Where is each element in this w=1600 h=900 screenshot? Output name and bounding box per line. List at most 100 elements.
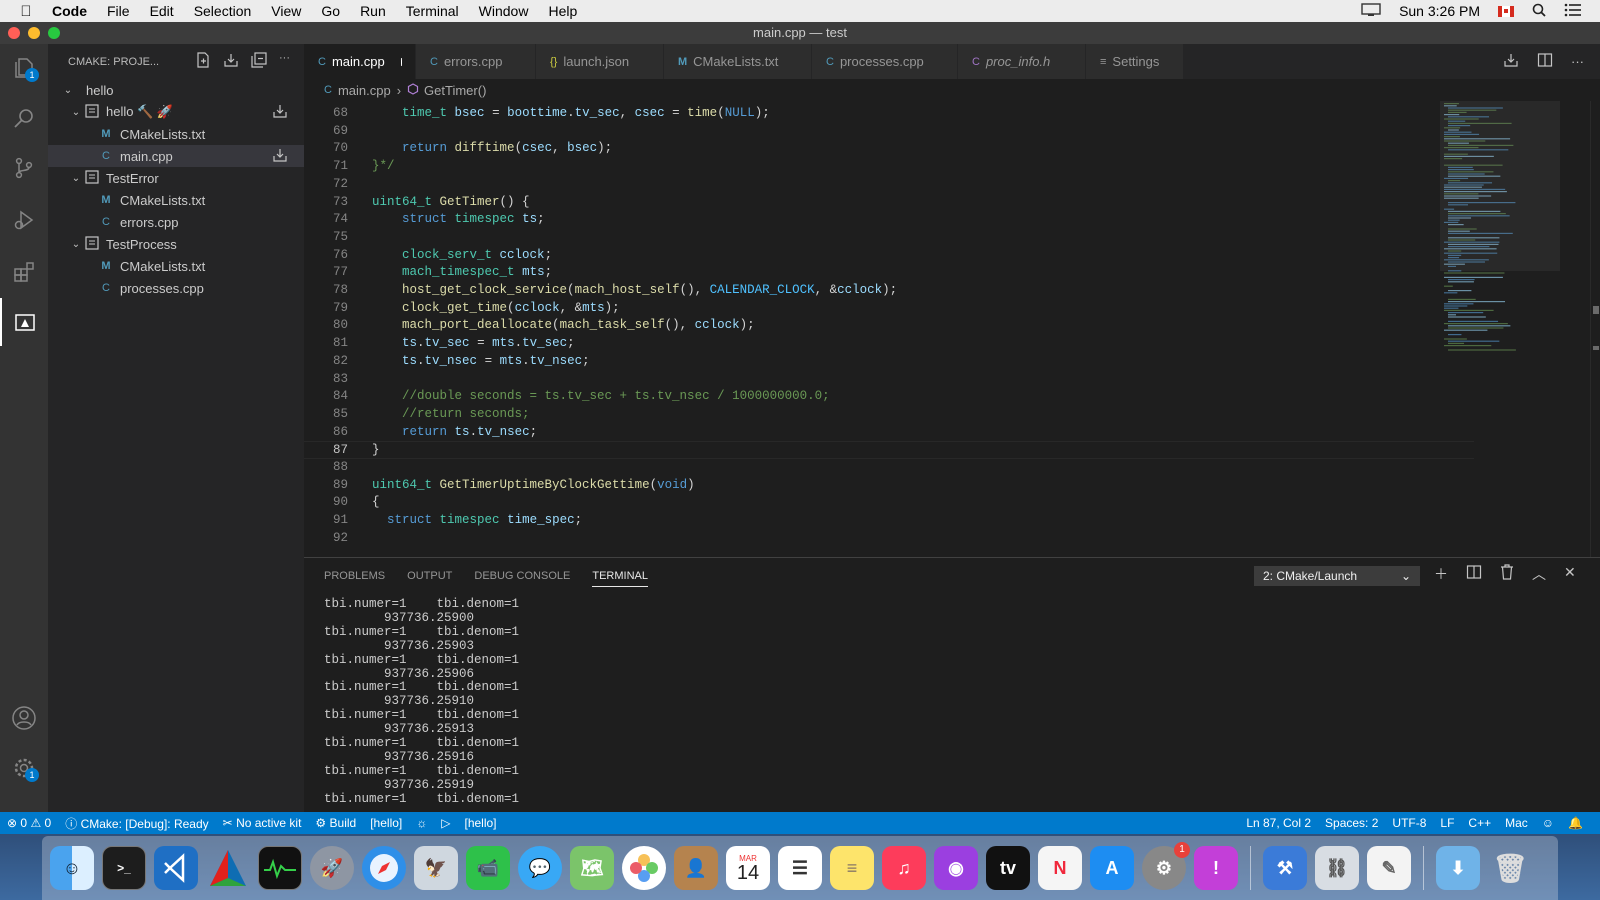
new-terminal-icon[interactable]: ＋ <box>1434 564 1448 584</box>
app-store-icon[interactable]: A <box>1090 846 1134 890</box>
code-line[interactable]: 79 clock_get_time(cclock, &mts); <box>304 300 1474 318</box>
build-target-icon[interactable] <box>272 103 288 122</box>
code-line[interactable]: 70 return difftime(csec, bsec); <box>304 140 1474 158</box>
code-line[interactable]: 75 <box>304 229 1474 247</box>
menu-help[interactable]: Help <box>538 3 587 19</box>
source-control-icon[interactable] <box>0 144 48 192</box>
tab-main-cpp[interactable]: C main.cpp <box>304 44 416 79</box>
breadcrumb-symbol[interactable]: GetTimer() <box>424 83 486 98</box>
messages-icon[interactable]: 💬 <box>518 846 562 890</box>
code-line[interactable]: 88 <box>304 459 1474 477</box>
run-icon[interactable]: ▷ <box>434 816 457 830</box>
cmake-icon[interactable] <box>0 298 48 346</box>
code-line[interactable]: 74 struct timespec ts; <box>304 211 1474 229</box>
split-terminal-icon[interactable] <box>1466 564 1482 584</box>
code-line[interactable]: 81 ts.tv_sec = mts.tv_sec; <box>304 335 1474 353</box>
tab-launch-json[interactable]: {} launch.json <box>536 44 664 79</box>
tab-problems[interactable]: PROBLEMS <box>324 570 385 582</box>
platform[interactable]: Mac <box>1498 816 1535 830</box>
launchpad-icon[interactable]: 🚀 <box>310 846 354 890</box>
textedit-icon[interactable]: ✎ <box>1367 846 1411 890</box>
explorer-icon[interactable]: 1 <box>0 44 48 92</box>
menu-go[interactable]: Go <box>311 3 350 19</box>
control-center-icon[interactable] <box>1564 3 1582 20</box>
run-debug-icon[interactable] <box>0 196 48 244</box>
menu-view[interactable]: View <box>261 3 311 19</box>
code-line[interactable]: 87} <box>304 441 1474 459</box>
code-line[interactable]: 91 struct timespec time_spec; <box>304 512 1474 530</box>
language-mode[interactable]: C++ <box>1461 816 1498 830</box>
debug-icon[interactable]: ☼ <box>409 816 434 830</box>
tab-cmakelists[interactable]: M CMakeLists.txt <box>664 44 812 79</box>
tree-item-errors-cpp[interactable]: C errors.cpp <box>48 211 304 233</box>
code-line[interactable]: 78 host_get_clock_service(mach_host_self… <box>304 282 1474 300</box>
code-line[interactable]: 69 <box>304 123 1474 141</box>
code-line[interactable]: 71}*/ <box>304 158 1474 176</box>
tree-item-testerror[interactable]: ⌄ TestError <box>48 167 304 189</box>
launch-target[interactable]: [hello] <box>457 816 503 830</box>
trash-icon[interactable]: 🗑 <box>1488 846 1532 890</box>
xcode-icon[interactable]: ⚒ <box>1263 846 1307 890</box>
code-line[interactable]: 92 <box>304 530 1474 548</box>
feedback-icon[interactable]: ☺ <box>1535 816 1561 830</box>
code-line[interactable]: 85 //return seconds; <box>304 406 1474 424</box>
active-kit[interactable]: ✂ No active kit <box>216 816 309 830</box>
tree-item-hello-target[interactable]: ⌄ hello 🔨 🚀 <box>48 101 304 123</box>
music-icon[interactable]: ♫ <box>882 846 926 890</box>
reminders-icon[interactable]: ☰ <box>778 846 822 890</box>
code-line[interactable]: 76 clock_serv_t cclock; <box>304 247 1474 265</box>
code-line[interactable]: 89 uint64_t GetTimerUptimeByClockGettime(… <box>304 477 1474 495</box>
news-icon[interactable]: N <box>1038 846 1082 890</box>
build-file-icon[interactable] <box>272 147 288 166</box>
encoding[interactable]: UTF-8 <box>1385 816 1433 830</box>
accounts-icon[interactable] <box>0 694 48 742</box>
maps-icon[interactable]: 🗺 <box>570 846 614 890</box>
window-zoom-button[interactable] <box>48 27 60 39</box>
tree-item-hello-root[interactable]: ⌄ hello <box>48 79 304 101</box>
photos-icon[interactable] <box>622 846 666 890</box>
system-preferences-icon[interactable]: ⚙ 1 <box>1142 842 1190 890</box>
terminal-select[interactable]: 2: CMake/Launch ⌄ <box>1254 566 1420 586</box>
close-panel-icon[interactable]: ✕ <box>1564 564 1576 584</box>
podcasts-icon[interactable]: ◉ <box>934 846 978 890</box>
cmake-app-icon[interactable] <box>206 846 250 890</box>
tree-item-processes-cpp[interactable]: C processes.cpp <box>48 277 304 299</box>
apple-tv-icon[interactable]: tv <box>986 846 1030 890</box>
feedback-assistant-icon[interactable]: ! <box>1194 846 1238 890</box>
menu-terminal[interactable]: Terminal <box>396 3 469 19</box>
cmake-status[interactable]: ⓘ CMake: [Debug]: Ready <box>58 815 215 832</box>
menu-run[interactable]: Run <box>350 3 396 19</box>
code-line[interactable]: 90 { <box>304 494 1474 512</box>
tree-item-testprocess[interactable]: ⌄ TestProcess <box>48 233 304 255</box>
activity-monitor-icon[interactable] <box>258 846 302 890</box>
tab-proc-info-h[interactable]: C proc_info.h <box>958 44 1086 79</box>
window-close-button[interactable] <box>8 27 20 39</box>
code-line[interactable]: 82 ts.tv_nsec = mts.tv_nsec; <box>304 353 1474 371</box>
calendar-icon[interactable]: MAR 14 <box>726 846 770 890</box>
display-mirroring-icon[interactable] <box>1361 2 1381 20</box>
code-line[interactable]: 73 uint64_t GetTimer() { <box>304 194 1474 212</box>
maximize-panel-icon[interactable]: ︿ <box>1532 564 1546 584</box>
downloads-folder-icon[interactable]: ⬇ <box>1436 846 1480 890</box>
code-line[interactable]: 86 return ts.tv_nsec; <box>304 424 1474 442</box>
tab-settings[interactable]: ≡ Settings <box>1086 44 1184 79</box>
code-line[interactable]: 68 time_t bsec = boottime.tv_sec, csec =… <box>304 105 1474 123</box>
build-icon[interactable] <box>1503 52 1519 71</box>
code-line[interactable]: 72 <box>304 176 1474 194</box>
split-editor-icon[interactable] <box>1537 52 1553 71</box>
editor-scrollbar[interactable] <box>1590 101 1600 557</box>
tab-output[interactable]: OUTPUT <box>407 570 452 582</box>
vscode-icon[interactable] <box>154 846 198 890</box>
build-all-icon[interactable] <box>223 52 239 71</box>
code-line[interactable]: 77 mach_timespec_t mts; <box>304 264 1474 282</box>
code-line[interactable]: 84 //double seconds = ts.tv_sec + ts.tv_… <box>304 388 1474 406</box>
menu-app-name[interactable]: Code <box>52 3 97 19</box>
notes-icon[interactable]: ≡ <box>830 846 874 890</box>
problems-status[interactable]: ⊗ 0 ⚠ 0 <box>0 816 58 830</box>
menubar-clock[interactable]: Sun 3:26 PM <box>1399 3 1480 19</box>
collapse-all-icon[interactable] <box>251 52 267 71</box>
tab-terminal[interactable]: TERMINAL <box>592 570 648 587</box>
preview-icon[interactable]: 🦅 <box>414 846 458 890</box>
indentation[interactable]: Spaces: 2 <box>1318 816 1385 830</box>
terminal-app-icon[interactable]: >_ <box>102 846 146 890</box>
